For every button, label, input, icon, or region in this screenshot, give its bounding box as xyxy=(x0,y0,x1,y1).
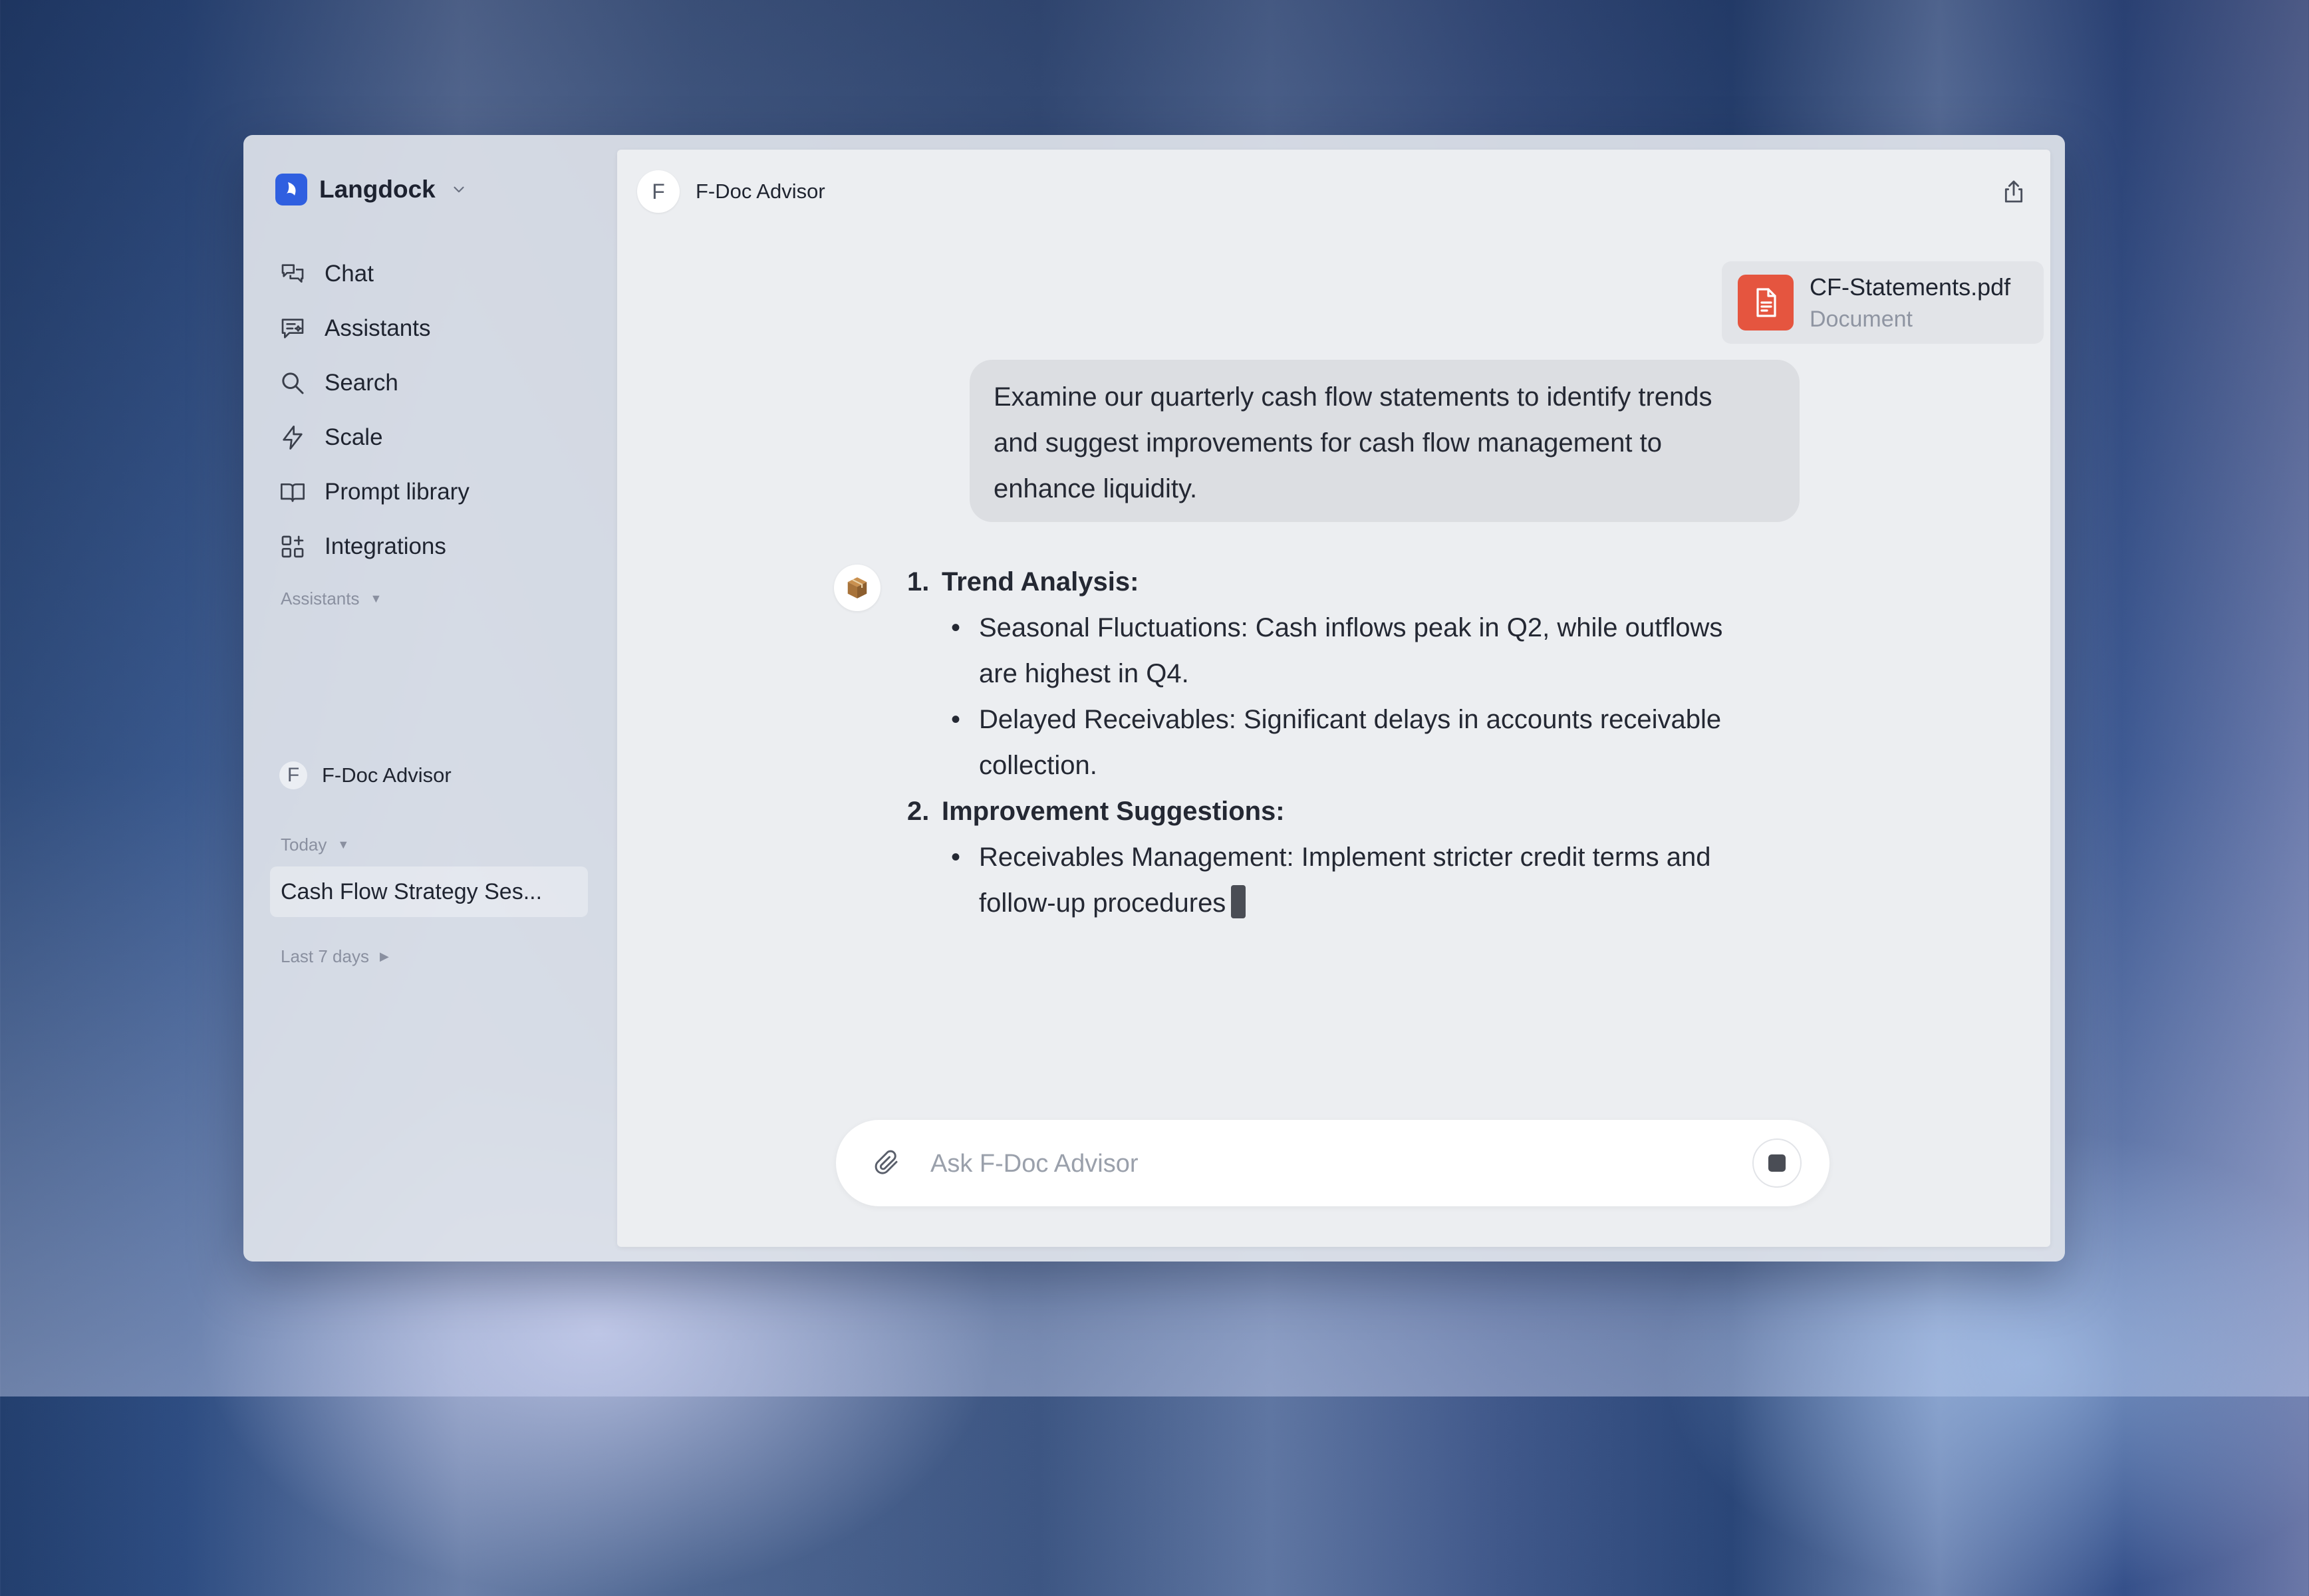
chat-history-title: Cash Flow Strategy Ses... xyxy=(281,878,543,904)
section-title: Last 7 days xyxy=(281,946,369,966)
sidebar: Langdock Chat Assistants Search Scale Pr… xyxy=(243,135,616,1262)
answer-heading: 2. Improvement Suggestions: xyxy=(907,789,1798,835)
answer-heading: 1. Trend Analysis: xyxy=(907,559,1798,605)
bullet-line: Seasonal Fluctuations: Cash inflows peak… xyxy=(979,613,1723,642)
package-icon xyxy=(834,565,881,611)
heading-text: Improvement Suggestions: xyxy=(942,797,1285,826)
nav-item-search[interactable]: Search xyxy=(279,356,470,410)
nav-item-scale[interactable]: Scale xyxy=(279,410,470,465)
langdock-logo xyxy=(275,174,307,205)
assistants-section-toggle[interactable]: Assistants ▼ xyxy=(281,589,382,609)
last-7-days-section-toggle[interactable]: Last 7 days ▶ xyxy=(281,946,389,967)
nav-label: Search xyxy=(325,370,398,396)
chat-history-item[interactable]: Cash Flow Strategy Ses... xyxy=(270,866,588,917)
document-icon xyxy=(1738,275,1794,331)
chat-header: F F-Doc Advisor xyxy=(637,170,2030,213)
workspace-name: Langdock xyxy=(319,176,436,203)
section-title: Today xyxy=(281,835,327,855)
stop-icon xyxy=(1768,1154,1786,1172)
attachment-card[interactable]: CF-Statements.pdf Document xyxy=(1722,261,2044,344)
share-icon xyxy=(2004,180,2023,203)
nav-item-chat[interactable]: Chat xyxy=(279,247,470,301)
sidebar-nav: Chat Assistants Search Scale Prompt libr… xyxy=(279,247,470,574)
nav-item-prompt-library[interactable]: Prompt library xyxy=(279,465,470,519)
lightning-icon xyxy=(279,424,306,451)
bullet-line: collection. xyxy=(979,751,1097,780)
attachment-type: Document xyxy=(1810,306,1913,332)
composer xyxy=(836,1120,1830,1206)
chat-icon xyxy=(279,261,306,287)
sidebar-assistant-item[interactable]: F F-Doc Advisor xyxy=(279,761,452,789)
share-button[interactable] xyxy=(1997,175,2030,208)
list-item: • Delayed Receivables: Significant delay… xyxy=(907,697,1798,789)
message-line: Examine our quarterly cash flow statemen… xyxy=(994,382,1712,412)
caret-down-icon: ▼ xyxy=(370,592,382,605)
section-title: Assistants xyxy=(281,589,360,608)
nav-label: Assistants xyxy=(325,315,431,341)
assistant-avatar: F xyxy=(279,761,307,789)
paperclip-icon xyxy=(875,1150,898,1174)
attachment-name: CF-Statements.pdf xyxy=(1810,273,2011,301)
workspace-switcher[interactable]: Langdock xyxy=(275,174,468,205)
bullet-line: follow-up procedures xyxy=(979,888,1226,918)
nav-label: Chat xyxy=(325,261,374,287)
app-window: Langdock Chat Assistants Search Scale Pr… xyxy=(243,135,2065,1262)
assistants-icon xyxy=(279,315,306,342)
bullet-line: Receivables Management: Implement strict… xyxy=(979,843,1711,872)
caret-right-icon: ▶ xyxy=(379,950,389,963)
message-line: enhance liquidity. xyxy=(994,474,1198,503)
chat-title: F-Doc Advisor xyxy=(696,180,825,203)
nav-label: Prompt library xyxy=(325,479,470,505)
message-line: and suggest improvements for cash flow m… xyxy=(994,428,1662,458)
nav-label: Integrations xyxy=(325,533,446,559)
list-item: • Receivables Management: Implement stri… xyxy=(907,835,1798,926)
caret-down-icon: ▼ xyxy=(337,838,350,851)
bullet-line: Delayed Receivables: Significant delays … xyxy=(979,705,1722,734)
list-number: 1. xyxy=(907,567,930,597)
book-icon xyxy=(279,479,306,505)
heading-text: Trend Analysis: xyxy=(942,567,1139,597)
message-input[interactable] xyxy=(929,1140,1703,1188)
assistant-name: F-Doc Advisor xyxy=(322,763,452,787)
chevron-down-icon xyxy=(454,186,464,193)
assistant-message: 1. Trend Analysis: • Seasonal Fluctuatio… xyxy=(907,559,1798,926)
typing-cursor xyxy=(1231,885,1246,918)
grid-plus-icon xyxy=(279,533,306,560)
list-item: • Seasonal Fluctuations: Cash inflows pe… xyxy=(907,605,1798,697)
nav-label: Scale xyxy=(325,424,383,450)
list-number: 2. xyxy=(907,797,930,826)
nav-item-integrations[interactable]: Integrations xyxy=(279,519,470,574)
chat-panel: F F-Doc Advisor CF-Statements.pdf Docume… xyxy=(617,150,2050,1247)
bullet-line: are highest in Q4. xyxy=(979,659,1189,688)
nav-item-assistants[interactable]: Assistants xyxy=(279,301,470,356)
assistant-avatar: F xyxy=(637,170,680,213)
search-icon xyxy=(279,370,306,396)
today-section-toggle[interactable]: Today ▼ xyxy=(281,835,349,855)
user-message: Examine our quarterly cash flow statemen… xyxy=(970,360,1800,522)
attach-button[interactable] xyxy=(871,1146,904,1180)
stop-generation-button[interactable] xyxy=(1752,1138,1802,1188)
